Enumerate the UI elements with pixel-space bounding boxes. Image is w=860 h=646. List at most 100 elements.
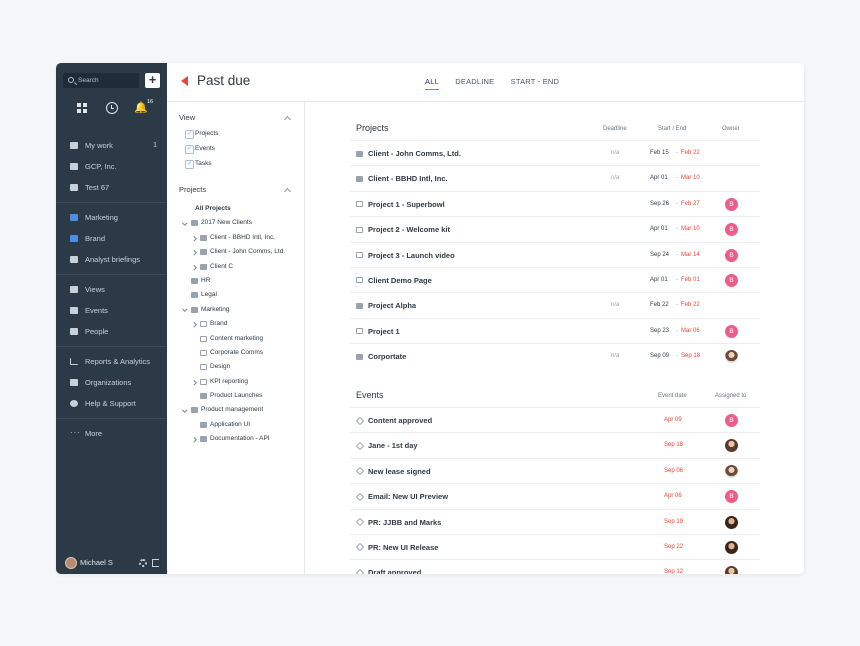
tree-node[interactable]: All Projects	[167, 202, 305, 216]
chevron-down-icon[interactable]	[182, 306, 188, 312]
avatar[interactable]	[725, 439, 738, 453]
chevron-down-icon[interactable]	[182, 407, 188, 413]
sidebar-item-analyst-briefings[interactable]: Analyst briefings	[56, 249, 167, 270]
tab-start-end[interactable]: START - END	[511, 77, 559, 89]
event-name[interactable]: Email: New UI Preview	[368, 492, 448, 501]
event-name[interactable]: Content approved	[368, 416, 432, 425]
avatar[interactable]	[725, 464, 738, 478]
tree-node[interactable]: Documentation - API	[167, 432, 305, 446]
project-name[interactable]: Client Demo Page	[368, 276, 432, 285]
table-row[interactable]: Jane - 1st day Sep 18	[350, 432, 760, 457]
view-checkbox-projects[interactable]: Projects	[185, 130, 218, 139]
table-row[interactable]: Draft approved Sep 12	[350, 559, 760, 574]
project-name[interactable]: Project 3 - Launch video	[368, 251, 455, 260]
sidebar-item-events[interactable]: Events	[56, 300, 167, 321]
project-name[interactable]: Client - John Comms, Ltd.	[368, 149, 461, 158]
chevron-right-icon[interactable]	[191, 236, 197, 242]
tree-node[interactable]: Application UI	[167, 418, 305, 432]
sidebar-item-gcp-inc-[interactable]: GCP, Inc.	[56, 156, 167, 177]
avatar[interactable]: B	[725, 414, 738, 427]
tree-node[interactable]: Product management	[167, 403, 305, 417]
tree-node[interactable]: Client - BBHD Intl, Inc.	[167, 231, 305, 245]
tree-node[interactable]: Marketing	[167, 303, 305, 317]
chevron-right-icon[interactable]	[191, 250, 197, 256]
avatar[interactable]: B	[725, 223, 738, 237]
table-row[interactable]: Project 3 - Launch video Sep 24 Mar 14- B	[350, 241, 760, 267]
view-checkbox-events[interactable]: Events	[185, 145, 215, 154]
chevron-right-icon[interactable]	[191, 264, 197, 270]
collapse-view-chevron-icon[interactable]	[283, 115, 292, 124]
sidebar-item-brand[interactable]: Brand	[56, 228, 167, 249]
event-name[interactable]: Jane - 1st day	[368, 441, 418, 450]
tree-node[interactable]: Corporate Comms	[167, 346, 305, 360]
tree-node[interactable]: Client C	[167, 260, 305, 274]
tree-node[interactable]: Legal	[167, 288, 305, 302]
table-row[interactable]: New lease signed Sep 06	[350, 457, 760, 483]
tree-node[interactable]: Brand	[167, 317, 305, 331]
avatar[interactable]: B	[725, 490, 738, 504]
table-row[interactable]: PR: New UI Release Sep 22	[350, 533, 760, 559]
project-name[interactable]: Project 1	[368, 327, 400, 336]
tree-node[interactable]: HR	[167, 274, 305, 288]
table-row[interactable]: Project Alpha n/a Feb 22 Feb 22-	[350, 292, 760, 317]
sidebar-item-organizations[interactable]: Organizations	[56, 372, 167, 393]
collapse-projects-chevron-icon[interactable]	[283, 187, 292, 196]
avatar[interactable]: B	[725, 248, 738, 262]
sidebar-item-people[interactable]: People	[56, 321, 167, 342]
back-arrow-icon[interactable]	[181, 76, 188, 86]
search-input[interactable]: Search	[63, 73, 139, 88]
table-row[interactable]: PR: JJBB and Marks Sep 19	[350, 508, 760, 534]
view-checkbox-tasks[interactable]: Tasks	[185, 160, 212, 169]
tree-node[interactable]: KPI reporting	[167, 375, 305, 389]
event-name[interactable]: Draft approved	[368, 568, 421, 574]
tree-node[interactable]: Product Launches	[167, 389, 305, 403]
avatar[interactable]	[725, 540, 738, 554]
chevron-right-icon[interactable]	[191, 379, 197, 385]
avatar[interactable]	[725, 350, 738, 364]
sidebar-item-more[interactable]: ··· More	[56, 423, 167, 444]
project-name[interactable]: Project Alpha	[368, 301, 416, 310]
table-row[interactable]: Email: New UI Preview Apr 06 B	[350, 483, 760, 508]
table-row[interactable]: Client - BBHD Intl, Inc. n/a Apr 01 Mar 10-	[350, 165, 760, 190]
tree-node[interactable]: Content marketing	[167, 332, 305, 346]
project-name[interactable]: Project 1 - Superbowl	[368, 200, 445, 209]
table-row[interactable]: Project 2 - Welcome kit Apr 01 Mar 10- B	[350, 216, 760, 241]
table-row[interactable]: Project 1 Sep 23 Mar 06- B	[350, 317, 760, 343]
chevron-right-icon[interactable]	[191, 322, 197, 328]
project-name[interactable]: Project 2 - Welcome kit	[368, 225, 450, 234]
chevron-down-icon[interactable]	[182, 220, 188, 226]
avatar[interactable]	[725, 566, 738, 574]
tree-node[interactable]: Design	[167, 360, 305, 374]
add-button[interactable]: +	[145, 73, 160, 88]
avatar[interactable]	[725, 515, 738, 529]
table-row[interactable]: Client - John Comms, Ltd. n/a Feb 15 Feb 22…	[350, 140, 760, 165]
table-row[interactable]: Content approved Apr 09 B	[350, 407, 760, 432]
apps-grid-icon[interactable]	[76, 102, 88, 114]
event-name[interactable]: New lease signed	[368, 467, 431, 476]
tab-all[interactable]: ALL	[425, 77, 439, 90]
user-row[interactable]: Michael S	[56, 552, 167, 574]
sidebar-item-reports-analytics[interactable]: Reports & Analytics	[56, 351, 167, 372]
avatar[interactable]: B	[725, 273, 738, 287]
table-row[interactable]: Corportate n/a Sep 09 Sep 18-	[350, 343, 760, 368]
avatar[interactable]: B	[725, 324, 738, 338]
table-row[interactable]: Client Demo Page Apr 01 Feb 01- B	[350, 266, 760, 292]
project-name[interactable]: Corportate	[368, 352, 406, 361]
tab-deadline[interactable]: DEADLINE	[455, 77, 494, 89]
clock-icon[interactable]	[106, 102, 118, 114]
tree-node[interactable]: Client - John Comms, Ltd.	[167, 245, 305, 259]
tree-node[interactable]: 2017 New Clients	[167, 216, 305, 230]
event-name[interactable]: PR: JJBB and Marks	[368, 518, 441, 527]
gear-icon[interactable]	[139, 559, 147, 567]
sidebar-item-test-67[interactable]: Test 67	[56, 177, 167, 198]
event-name[interactable]: PR: New UI Release	[368, 543, 438, 552]
avatar[interactable]	[65, 557, 77, 569]
chevron-right-icon[interactable]	[191, 437, 197, 443]
sidebar-item-my-work[interactable]: My work 1	[56, 135, 167, 156]
table-row[interactable]: Project 1 - Superbowl Sep 26 Feb 27- B	[350, 190, 760, 216]
sidebar-item-help-support[interactable]: Help & Support	[56, 393, 167, 414]
avatar[interactable]: B	[725, 197, 738, 211]
bell-icon[interactable]: 🔔	[134, 102, 148, 114]
project-name[interactable]: Client - BBHD Intl, Inc.	[368, 174, 448, 183]
sidebar-item-views[interactable]: Views	[56, 279, 167, 300]
